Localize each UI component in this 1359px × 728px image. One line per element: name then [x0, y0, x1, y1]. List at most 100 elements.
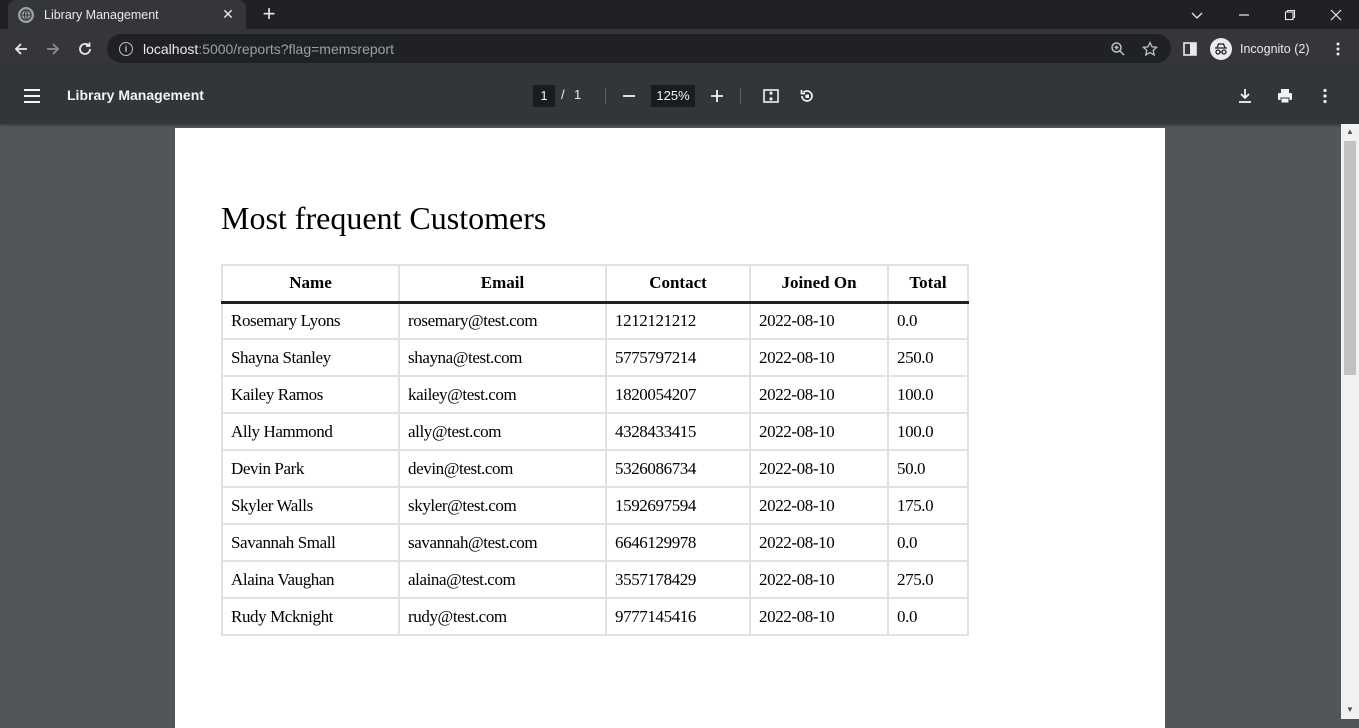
close-window-button[interactable] [1313, 0, 1359, 29]
tab-close-icon[interactable]: ✕ [220, 6, 236, 23]
cell-contact: 3557178429 [605, 560, 751, 599]
scrollbar-thumb[interactable] [1344, 141, 1356, 375]
pdf-page: Most frequent Customers Name Email Conta… [175, 128, 1165, 728]
cell-name: Skyler Walls [221, 486, 400, 525]
column-header-joined-on: Joined On [749, 264, 889, 304]
minus-icon [623, 95, 635, 97]
column-header-total: Total [887, 264, 969, 304]
cell-total: 0.0 [887, 523, 969, 562]
cell-total: 250.0 [887, 338, 969, 377]
printer-icon [1278, 89, 1292, 104]
cell-total: 100.0 [887, 375, 969, 414]
report-heading: Most frequent Customers [221, 200, 547, 236]
tab-strip: Library Management ✕ + [0, 0, 1359, 29]
cell-total: 100.0 [887, 412, 969, 451]
cell-contact: 1592697594 [605, 486, 751, 525]
more-vertical-icon [1336, 42, 1340, 56]
hamburger-menu-icon[interactable] [22, 86, 42, 106]
cell-email: rudy@test.com [398, 597, 607, 636]
pdf-document-title: Library Management [67, 87, 204, 103]
zoom-in-button[interactable] [705, 84, 729, 108]
cell-total: 50.0 [887, 449, 969, 488]
download-icon [1239, 89, 1251, 103]
incognito-profile-button[interactable]: Incognito (2) [1210, 37, 1309, 61]
cell-total: 275.0 [887, 560, 969, 599]
cell-total: 0.0 [887, 301, 969, 340]
cell-contact: 5775797214 [605, 338, 751, 377]
site-info-icon[interactable]: i [119, 41, 133, 56]
bookmark-star-icon[interactable] [1142, 41, 1158, 57]
table-row: Ally Hammond ally@test.com 4328433415 20… [221, 412, 969, 451]
table-row: Savannah Small savannah@test.com 6646129… [221, 523, 969, 562]
arrow-left-icon [14, 43, 27, 55]
cell-joined-on: 2022-08-10 [749, 412, 889, 451]
page-number-input[interactable]: 1 [533, 85, 555, 107]
cell-joined-on: 2022-08-10 [749, 449, 889, 488]
toolbar-divider [605, 88, 606, 104]
cell-email: shayna@test.com [398, 338, 607, 377]
plus-icon [711, 90, 723, 102]
toolbar-divider [740, 88, 741, 104]
cell-joined-on: 2022-08-10 [749, 597, 889, 636]
rotate-counterclockwise-icon [800, 90, 813, 102]
pdf-more-options-button[interactable] [1313, 84, 1337, 108]
cell-name: Rosemary Lyons [221, 301, 400, 340]
cell-joined-on: 2022-08-10 [749, 375, 889, 414]
cell-email: ally@test.com [398, 412, 607, 451]
cell-contact: 6646129978 [605, 523, 751, 562]
tab-title: Library Management [44, 7, 159, 22]
cell-email: rosemary@test.com [398, 301, 607, 340]
reload-button[interactable] [73, 37, 97, 61]
cell-email: skyler@test.com [398, 486, 607, 525]
cell-name: Savannah Small [221, 523, 400, 562]
profile-label: Incognito (2) [1240, 42, 1310, 56]
zoom-out-button[interactable] [617, 84, 641, 108]
cell-name: Shayna Stanley [221, 338, 400, 377]
restore-button[interactable] [1267, 0, 1313, 29]
table-row: Kailey Ramos kailey@test.com 1820054207 … [221, 375, 969, 414]
cell-total: 0.0 [887, 597, 969, 636]
cell-email: alaina@test.com [398, 560, 607, 599]
minimize-button[interactable] [1221, 0, 1267, 29]
table-row: Shayna Stanley shayna@test.com 577579721… [221, 338, 969, 377]
customers-table: Name Email Contact Joined On Total Rosem… [221, 264, 969, 636]
side-panel-button[interactable] [1178, 37, 1202, 61]
back-button[interactable] [9, 37, 33, 61]
tab-search-button[interactable] [1174, 0, 1220, 29]
browser-menu-button[interactable] [1326, 37, 1350, 61]
cell-joined-on: 2022-08-10 [749, 560, 889, 599]
scroll-up-arrow-icon[interactable]: ▲ [1345, 127, 1355, 137]
cell-joined-on: 2022-08-10 [749, 486, 889, 525]
side-panel-icon [1183, 42, 1197, 56]
zoom-level-input[interactable]: 125% [651, 85, 695, 107]
incognito-icon [1210, 38, 1232, 60]
table-row: Devin Park devin@test.com 5326086734 202… [221, 449, 969, 488]
zoom-icon[interactable] [1110, 41, 1126, 57]
reload-icon [79, 42, 91, 55]
new-tab-button[interactable]: + [258, 3, 280, 26]
globe-icon [18, 6, 34, 23]
rotate-button[interactable] [795, 84, 819, 108]
print-button[interactable] [1273, 84, 1297, 108]
cell-name: Ally Hammond [221, 412, 400, 451]
cell-name: Devin Park [221, 449, 400, 488]
download-button[interactable] [1233, 84, 1257, 108]
fit-page-icon [763, 89, 779, 103]
cell-joined-on: 2022-08-10 [749, 523, 889, 562]
column-header-name: Name [221, 264, 400, 304]
cell-joined-on: 2022-08-10 [749, 338, 889, 377]
forward-button[interactable] [41, 37, 65, 61]
page-separator: / [561, 87, 565, 102]
cell-name: Rudy Mcknight [221, 597, 400, 636]
scroll-down-arrow-icon[interactable]: ▼ [1345, 705, 1355, 715]
address-bar[interactable]: i localhost:5000/reports?flag=memsreport [107, 34, 1171, 63]
cell-total: 175.0 [887, 486, 969, 525]
url-text: localhost:5000/reports?flag=memsreport [143, 40, 394, 57]
browser-tab[interactable]: Library Management ✕ [8, 0, 246, 29]
fit-to-page-button[interactable] [759, 84, 783, 108]
page-total: 1 [574, 87, 582, 102]
more-vertical-icon [1323, 88, 1327, 104]
cell-contact: 4328433415 [605, 412, 751, 451]
cell-contact: 1820054207 [605, 375, 751, 414]
column-header-email: Email [398, 264, 607, 304]
